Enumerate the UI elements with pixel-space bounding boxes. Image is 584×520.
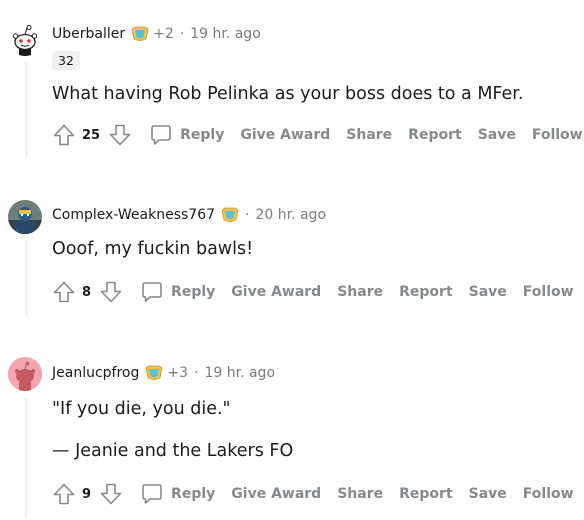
share-button[interactable]: Share (337, 486, 383, 502)
report-button[interactable]: Report (399, 486, 453, 502)
downvote-arrow-icon[interactable] (99, 280, 123, 304)
comment-actions: 9 Reply Give Award Share Report Save Fol… (52, 479, 574, 509)
comment-text: What having Rob Pelinka as your boss doe… (52, 84, 524, 104)
share-button[interactable]: Share (346, 127, 392, 143)
share-button[interactable]: Share (337, 284, 383, 300)
upvote-arrow-icon[interactable] (52, 123, 76, 147)
award-badge-icon[interactable] (145, 365, 163, 381)
timestamp[interactable]: 20 hr. ago (255, 207, 326, 223)
comment-actions: 8 Reply Give Award Share Report Save Fol… (52, 277, 574, 307)
reply-button[interactable]: Reply (171, 284, 215, 300)
upvote-arrow-icon[interactable] (52, 280, 76, 304)
comment-meta: Complex-Weakness767 · 20 hr. ago (52, 207, 326, 223)
award-count[interactable]: +3 (167, 365, 188, 381)
follow-button[interactable]: Follow (532, 127, 583, 143)
reply-button[interactable]: Reply (171, 486, 215, 502)
chat-bubble-icon[interactable] (150, 124, 172, 146)
report-button[interactable]: Report (408, 127, 462, 143)
chat-bubble-icon[interactable] (141, 483, 163, 505)
thread-line[interactable] (25, 240, 27, 315)
comment-text-attribution: — Jeanie and the Lakers FO (52, 441, 294, 461)
vote-score: 9 (82, 486, 92, 502)
save-button[interactable]: Save (469, 284, 507, 300)
comment-text: Ooof, my fuckin bawls! (52, 239, 254, 259)
avatar[interactable] (8, 357, 42, 391)
save-button[interactable]: Save (478, 127, 516, 143)
give-award-button[interactable]: Give Award (231, 486, 321, 502)
comment-meta: Jeanlucpfrog +3 · 19 hr. ago (52, 365, 275, 381)
award-badge-icon[interactable] (221, 207, 239, 223)
reply-button[interactable]: Reply (180, 127, 224, 143)
username[interactable]: Uberballer (52, 26, 125, 42)
thread-line[interactable] (25, 398, 27, 518)
chat-bubble-icon[interactable] (141, 281, 163, 303)
vote-score: 25 (82, 127, 101, 143)
downvote-arrow-icon[interactable] (108, 123, 132, 147)
username[interactable]: Jeanlucpfrog (52, 365, 139, 381)
user-flair: 32 (52, 51, 80, 70)
upvote-arrow-icon[interactable] (52, 482, 76, 506)
downvote-arrow-icon[interactable] (99, 482, 123, 506)
thread-line[interactable] (25, 62, 27, 157)
username[interactable]: Complex-Weakness767 (52, 207, 215, 223)
give-award-button[interactable]: Give Award (231, 284, 321, 300)
vote-score: 8 (82, 284, 92, 300)
award-badge-icon[interactable] (131, 26, 149, 42)
give-award-button[interactable]: Give Award (240, 127, 330, 143)
meta-separator: · (245, 207, 250, 223)
comment-text: "If you die, you die." (52, 399, 231, 419)
meta-separator: · (179, 26, 185, 42)
avatar[interactable] (8, 22, 42, 56)
save-button[interactable]: Save (469, 486, 507, 502)
follow-button[interactable]: Follow (523, 486, 574, 502)
timestamp[interactable]: 19 hr. ago (190, 26, 261, 42)
comment-actions: 25 Reply Give Award Share Report Save Fo… (52, 120, 583, 150)
report-button[interactable]: Report (399, 284, 453, 300)
meta-separator: · (194, 365, 199, 381)
follow-button[interactable]: Follow (523, 284, 574, 300)
comment-meta: Uberballer +2 · 19 hr. ago (52, 26, 261, 42)
avatar[interactable] (8, 200, 42, 234)
award-count[interactable]: +2 (153, 26, 174, 42)
timestamp[interactable]: 19 hr. ago (204, 365, 275, 381)
